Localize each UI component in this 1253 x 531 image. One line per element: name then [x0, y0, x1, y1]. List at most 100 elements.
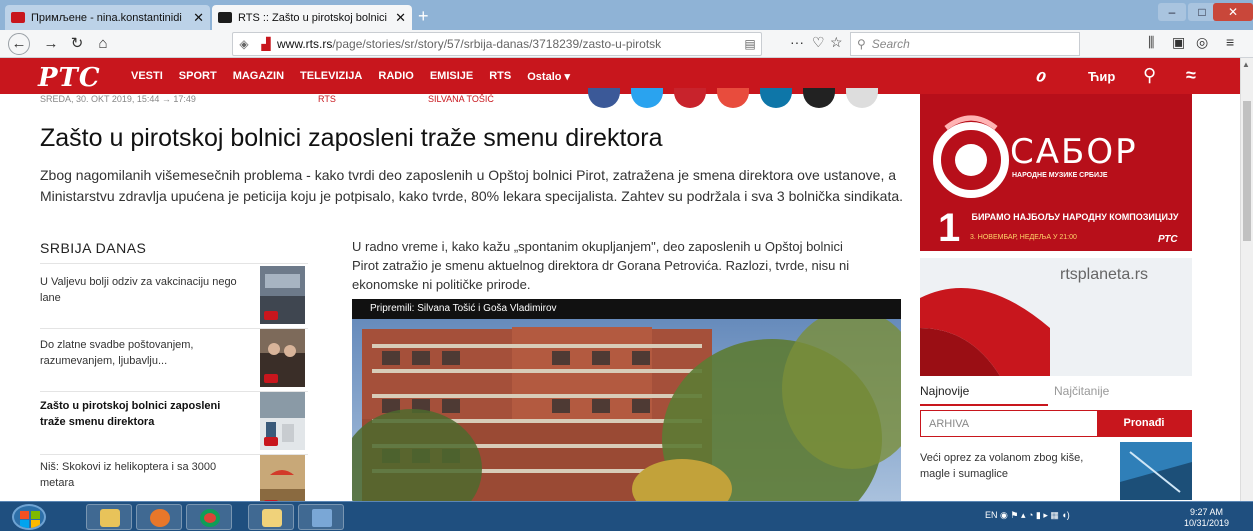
menu-item-magazin[interactable]: MAGAZIN [233, 70, 284, 83]
archive-search: ARHIVA Pronađi [920, 410, 1192, 437]
pinterest-share-icon[interactable] [674, 88, 706, 108]
chrome-taskbar-button[interactable] [186, 504, 232, 530]
close-tab-icon[interactable]: ✕ [193, 10, 204, 26]
back-button[interactable]: ← [8, 33, 30, 55]
story-title[interactable]: Zašto u pirotskoj bolnici zaposleni traž… [40, 398, 240, 430]
news-title[interactable]: Veći oprez za volanom zbog kiše, magle i… [920, 450, 1100, 482]
story-thumbnail[interactable] [260, 392, 305, 450]
email-share-icon[interactable] [717, 88, 749, 108]
firefox-icon [150, 509, 170, 527]
article-headline: Zašto u pirotskoj bolnici zaposleni traž… [40, 124, 663, 152]
scroll-up-icon[interactable]: ▲ [1242, 60, 1250, 69]
menu-item-radio[interactable]: RADIO [378, 70, 413, 83]
language-indicator[interactable]: EN [985, 510, 998, 520]
address-bar[interactable]: ◈ ▟ www.rts.rs/page/stories/sr/story/57/… [232, 32, 762, 56]
paint-icon [312, 509, 332, 527]
tab-najnovije[interactable]: Najnovije [920, 384, 969, 398]
article-date: SREDA, 30. OKT 2019, 15:44 → 17:49 [40, 94, 196, 104]
ad-title: САБОР [1010, 132, 1138, 172]
rss-icon[interactable]: ≈ [1186, 65, 1196, 86]
video-camera-icon [264, 437, 278, 446]
windows-logo-icon [31, 520, 40, 528]
more-share-icon[interactable] [846, 88, 878, 108]
pocket-icon[interactable]: ♡ [812, 34, 825, 51]
explorer-taskbar-button[interactable] [86, 504, 132, 530]
tab-rts[interactable]: RTS :: Zašto u pirotskoj bolnici ✕ [212, 5, 412, 30]
system-clock[interactable]: 9:27 AM 10/31/2019 [1184, 507, 1229, 529]
script-toggle[interactable]: Ћир [1088, 69, 1115, 84]
list-item[interactable]: Do zlatne svadbe poštovanjem, razumevanj… [40, 329, 308, 392]
sidebar-icon[interactable]: ▣ [1172, 34, 1185, 51]
windows-taskbar: EN ◉ ⚑ ▴ ◔ ▮ ▸ ▦ ◖) 9:27 AM 10/31/2019 [0, 501, 1253, 531]
article-source[interactable]: RTS [318, 94, 336, 104]
account-icon[interactable]: ◎ [1196, 34, 1208, 51]
linkedin-share-icon[interactable] [760, 88, 792, 108]
search-input[interactable]: ⚲ Search [850, 32, 1080, 56]
windows-logo-icon [20, 520, 29, 528]
list-item[interactable]: Zašto u pirotskoj bolnici zaposleni traž… [40, 392, 308, 455]
menu-item-emisije[interactable]: EMISIJE [430, 70, 473, 83]
shield-icon: ◈ [239, 37, 249, 51]
library-icon[interactable]: ⫼ [1148, 34, 1154, 51]
tab-najcitanije[interactable]: Najčitanije [1054, 384, 1109, 398]
article-lead: Zbog nagomilanih višemesečnih problema -… [40, 167, 904, 204]
bookmark-star-icon[interactable]: ☆ [830, 34, 843, 51]
story-thumbnail[interactable] [260, 329, 305, 387]
twitter-share-icon[interactable] [631, 88, 663, 108]
maximize-button[interactable]: □ [1188, 3, 1216, 21]
paint-taskbar-button[interactable] [298, 504, 344, 530]
minimize-button[interactable]: – [1158, 3, 1186, 21]
search-icon: ⚲ [857, 37, 866, 51]
close-window-button[interactable]: ✕ [1213, 3, 1253, 21]
story-title[interactable]: U Valjevu bolji odziv za vakcinaciju neg… [40, 274, 240, 306]
menu-icon[interactable]: ≡ [1226, 34, 1234, 50]
rtsplaneta-advertisement[interactable]: rtsplaneta.rs [920, 258, 1192, 376]
video-player[interactable]: Pripremili: Silvana Tošić i Goša Vladimi… [352, 299, 901, 501]
folder-taskbar-button[interactable] [248, 504, 294, 530]
reader-view-icon[interactable]: ▤ [739, 37, 761, 51]
oko-logo-icon[interactable]: ℴ [1035, 61, 1045, 87]
folder-icon [100, 509, 120, 527]
ad-brand: РТС [1158, 234, 1178, 245]
archive-input[interactable]: ARHIVA [921, 411, 1097, 436]
scrollbar-thumb[interactable] [1243, 101, 1251, 241]
ad-date: 3. НОВЕМБАР, НЕДЕЉА У 21:00 [970, 234, 1077, 241]
ad-label: rtsplaneta.rs [1060, 266, 1149, 283]
menu-item-rts[interactable]: RTS [489, 70, 511, 83]
menu-item-televizija[interactable]: TELEVIZIJA [300, 70, 362, 83]
news-thumbnail[interactable] [1120, 442, 1192, 500]
archive-search-button[interactable]: Pronađi [1097, 411, 1191, 436]
tab-title: Примљене - nina.konstantinidi [31, 11, 182, 24]
facebook-share-icon[interactable] [588, 88, 620, 108]
sabor-advertisement[interactable]: САБОР НАРОДНЕ МУЗИКЕ СРБИЈЕ 1 БИРАМО НАЈ… [920, 94, 1192, 251]
story-title[interactable]: Niš: Skokovi iz helikoptera i sa 3000 me… [40, 459, 240, 491]
story-title[interactable]: Do zlatne svadbe poštovanjem, razumevanj… [40, 337, 240, 369]
start-button[interactable] [12, 504, 46, 530]
reload-button[interactable]: ↻ [66, 33, 88, 55]
close-tab-icon[interactable]: ✕ [395, 10, 406, 26]
list-item[interactable]: U Valjevu bolji odziv za vakcinaciju neg… [40, 266, 308, 329]
list-item[interactable]: Veći oprez za volanom zbog kiše, magle i… [920, 442, 1192, 500]
rts-logo[interactable]: РТС [38, 63, 101, 93]
print-icon[interactable] [803, 88, 835, 108]
vertical-scrollbar[interactable]: ▲ [1240, 58, 1253, 501]
forward-button[interactable]: → [40, 33, 62, 55]
menu-item-ostalo[interactable]: Ostalo ▾ [527, 70, 570, 83]
system-tray[interactable]: EN ◉ ⚑ ▴ ◔ ▮ ▸ ▦ ◖) [985, 510, 1070, 521]
list-item[interactable]: Niš: Skokovi iz helikoptera i sa 3000 me… [40, 455, 308, 513]
menu-item-vesti[interactable]: VESTI [131, 70, 163, 83]
active-tab-indicator [920, 404, 1048, 406]
url-text: www.rts.rs/page/stories/sr/story/57/srbi… [277, 37, 662, 51]
menu-item-sport[interactable]: SPORT [179, 70, 217, 83]
home-button[interactable]: ⌂ [92, 33, 114, 55]
windows-logo-icon [31, 511, 40, 519]
clock-time: 9:27 AM [1190, 507, 1224, 517]
new-tab-button[interactable]: + [418, 6, 429, 27]
story-thumbnail[interactable] [260, 266, 305, 324]
search-icon[interactable]: ⚲ [1143, 65, 1156, 86]
article-author[interactable]: SILVANA TOŠIĆ [428, 94, 494, 104]
section-title[interactable]: SRBIJA DANAS [40, 240, 146, 256]
firefox-taskbar-button[interactable] [136, 504, 182, 530]
page-actions-button[interactable]: ··· [790, 34, 804, 50]
tab-mail[interactable]: Примљене - nina.konstantinidi ✕ [5, 5, 210, 30]
